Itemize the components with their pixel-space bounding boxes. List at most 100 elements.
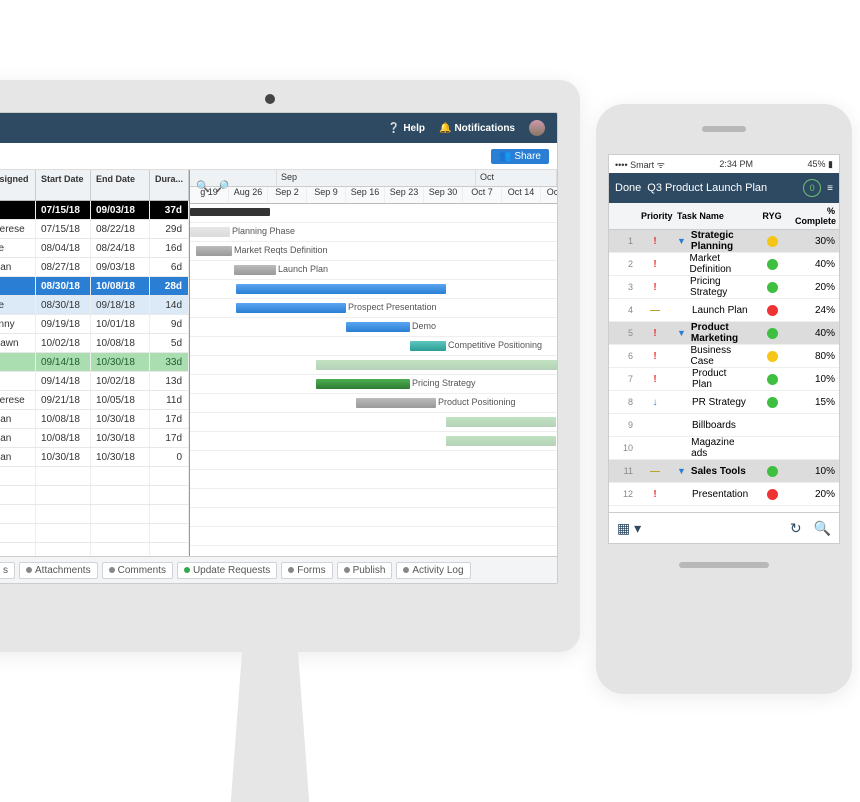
gantt-bar[interactable]	[446, 436, 556, 446]
col-priority[interactable]: Priority	[637, 211, 673, 221]
gantt-row[interactable]	[190, 356, 557, 375]
search-icon[interactable]: 🔍	[814, 520, 831, 537]
task-name-cell: PR Strategy	[673, 397, 753, 408]
gantt-bar[interactable]	[316, 379, 410, 389]
gantt-row[interactable]	[190, 432, 557, 451]
gantt-bar[interactable]	[346, 322, 410, 332]
grid-view-icon[interactable]: ▦ ▾	[617, 520, 641, 537]
task-name-cell: Presentation	[673, 489, 753, 500]
grid-row[interactable]: 09/14/1810/30/1833d	[0, 353, 189, 372]
grid-row[interactable]: Joe08/04/1808/24/1816d	[0, 239, 189, 258]
gantt-row[interactable]: Pricing Strategy	[190, 375, 557, 394]
task-row[interactable]: 9Billboards	[609, 414, 839, 437]
help-link[interactable]: ❔ Help	[388, 123, 425, 134]
footer-tab[interactable]: Attachments	[19, 562, 98, 579]
col-ryg[interactable]: RYG	[753, 211, 791, 221]
notifications-link[interactable]: 🔔 Notifications	[439, 123, 515, 134]
expand-icon[interactable]: ▼	[677, 328, 686, 338]
task-row[interactable]: 10Magazine ads	[609, 437, 839, 460]
col-duration[interactable]: Dura...	[150, 170, 189, 200]
task-row[interactable]: 6!Business Case80%	[609, 345, 839, 368]
task-row[interactable]: 11—▼Sales Tools10%	[609, 460, 839, 483]
gantt-row[interactable]: Competitive Positioning	[190, 337, 557, 356]
zoom-in-icon[interactable]: 🔎	[216, 180, 230, 193]
gantt-bar-label: Planning Phase	[232, 226, 295, 236]
gantt-bar-label: Market Reqts Definition	[234, 245, 328, 255]
grid-row[interactable]: 08/30/1810/08/1828d	[0, 277, 189, 296]
done-button[interactable]: Done	[615, 182, 641, 194]
col-percent-complete[interactable]: % Complete	[791, 206, 839, 226]
grid-row[interactable]: Joe08/30/1809/18/1814d	[0, 296, 189, 315]
gantt-row[interactable]: Prospect Presentation	[190, 299, 557, 318]
grid-row[interactable]: Shawn10/02/1810/08/185d	[0, 334, 189, 353]
column-headers: Priority Task Name RYG % Complete	[609, 203, 839, 230]
avatar[interactable]	[529, 120, 545, 136]
col-task-name[interactable]: Task Name	[673, 211, 753, 221]
task-row[interactable]: 12!Presentation20%	[609, 483, 839, 506]
gantt-row[interactable]: Planning Phase	[190, 223, 557, 242]
gantt-bar[interactable]	[236, 303, 346, 313]
expand-icon[interactable]: ▼	[677, 466, 686, 476]
gantt-bar[interactable]	[236, 284, 446, 294]
gantt-bar[interactable]	[410, 341, 446, 351]
gantt-row[interactable]: Market Reqts Definition	[190, 242, 557, 261]
task-row[interactable]: 8↓PR Strategy15%	[609, 391, 839, 414]
gantt-bar[interactable]	[190, 208, 270, 216]
gantt-row[interactable]	[190, 204, 557, 223]
gantt-row[interactable]: Demo	[190, 318, 557, 337]
grid-row[interactable]: Brian10/08/1810/30/1817d	[0, 410, 189, 429]
ryg-cell	[753, 259, 791, 270]
footer-tab[interactable]: s	[0, 562, 15, 579]
footer-tab[interactable]: Comments	[102, 562, 173, 579]
col-end[interactable]: End Date	[91, 170, 150, 200]
grid-row[interactable]: 09/14/1810/02/1813d	[0, 372, 189, 391]
task-row[interactable]: 1!▼Strategic Planning30%	[609, 230, 839, 253]
gantt-bar[interactable]	[316, 360, 557, 370]
gantt-bar[interactable]	[190, 227, 230, 237]
task-row[interactable]: 7!Product Plan10%	[609, 368, 839, 391]
footer-tab[interactable]: Publish	[337, 562, 393, 579]
gantt-bar[interactable]	[234, 265, 276, 275]
gantt-row[interactable]: Launch Plan	[190, 261, 557, 280]
timescale-month: Oct	[476, 170, 557, 186]
task-row[interactable]: 2!Market Definition40%	[609, 253, 839, 276]
gantt-row[interactable]	[190, 413, 557, 432]
ryg-cell	[753, 351, 791, 362]
expand-icon[interactable]: ▼	[677, 236, 686, 246]
percent-cell: 15%	[791, 397, 839, 408]
grid-row[interactable]: Therese07/15/1808/22/1829d	[0, 220, 189, 239]
gantt-bar[interactable]	[446, 417, 556, 427]
grid-row[interactable]: 07/15/1809/03/1837d	[0, 201, 189, 220]
grid-columns-header: Assigned To Start Date End Date Dura...	[0, 170, 189, 201]
footer-tab[interactable]: Activity Log	[396, 562, 470, 579]
col-start[interactable]: Start Date	[36, 170, 91, 200]
grid-row[interactable]: Jenny09/19/1810/01/189d	[0, 315, 189, 334]
grid-row[interactable]: Therese09/21/1810/05/1811d	[0, 391, 189, 410]
col-assigned[interactable]: Assigned To	[0, 170, 36, 200]
gantt-row[interactable]	[190, 451, 557, 470]
gantt-row[interactable]	[190, 280, 557, 299]
priority-cell: ↓	[637, 397, 673, 408]
grid-row[interactable]: Brian10/30/1810/30/180	[0, 448, 189, 467]
refresh-icon[interactable]: ↻	[790, 520, 802, 537]
grid-row[interactable]: Brian10/08/1810/30/1817d	[0, 429, 189, 448]
gantt-bar[interactable]	[356, 398, 436, 408]
footer-tab[interactable]: Update Requests	[177, 562, 277, 579]
priority-cell: !	[637, 236, 673, 247]
task-row[interactable]: 4—Launch Plan24%	[609, 299, 839, 322]
status-bar: •••• Smart ᯤ 2:34 PM 45% ▮	[609, 155, 839, 173]
gantt-pane: 🔍 🔎 Sep Oct g 19Aug 26Sep 2Sep 9Sep 16Se…	[190, 170, 557, 584]
priority-cell: —	[637, 305, 673, 316]
grid-row[interactable]: Brian08/27/1809/03/186d	[0, 258, 189, 277]
percent-cell: 24%	[791, 305, 839, 316]
task-row[interactable]: 3!Pricing Strategy20%	[609, 276, 839, 299]
updates-badge[interactable]: 0	[803, 179, 821, 197]
footer-tab[interactable]: Forms	[281, 562, 332, 579]
share-button[interactable]: 👥 Share	[491, 149, 549, 164]
ryg-cell	[753, 489, 791, 500]
gantt-bar[interactable]	[196, 246, 232, 256]
gantt-row[interactable]: Product Positioning	[190, 394, 557, 413]
menu-icon[interactable]: ≡	[827, 183, 833, 194]
task-row[interactable]: 5!▼Product Marketing40%	[609, 322, 839, 345]
zoom-out-icon[interactable]: 🔍	[196, 180, 210, 193]
